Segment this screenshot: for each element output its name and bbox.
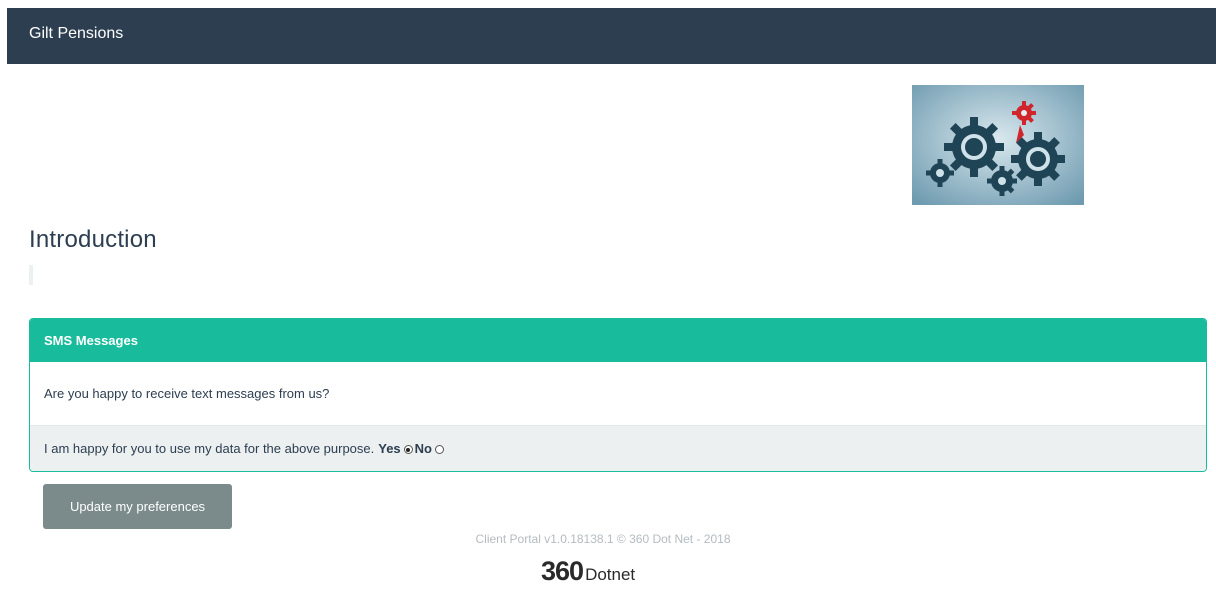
sms-messages-panel: SMS Messages Are you happy to receive te… xyxy=(29,318,1207,472)
no-label: No xyxy=(414,441,433,456)
yes-label: Yes xyxy=(378,441,401,456)
consent-row: I am happy for you to use my data for th… xyxy=(30,425,1206,471)
no-radio[interactable] xyxy=(435,445,445,454)
intro-placeholder xyxy=(29,265,33,285)
logo-word: Dotnet xyxy=(585,565,636,584)
page-title: Introduction xyxy=(29,226,157,253)
top-navbar: Gilt Pensions xyxy=(7,8,1216,64)
footer-version: Client Portal v1.0.18138.1 © 360 Dot Net… xyxy=(475,532,731,546)
panel-heading: SMS Messages xyxy=(30,319,1206,362)
update-preferences-button[interactable]: Update my preferences xyxy=(43,484,232,529)
brand-link[interactable]: Gilt Pensions xyxy=(29,25,123,43)
consent-text: I am happy for you to use my data for th… xyxy=(44,441,375,456)
gears-icon xyxy=(912,85,1084,205)
yes-radio[interactable] xyxy=(403,445,413,454)
logo-number: 360 xyxy=(541,556,584,586)
panel-question: Are you happy to receive text messages f… xyxy=(44,386,330,401)
360-dotnet-logo: 360 Dotnet xyxy=(541,556,671,588)
